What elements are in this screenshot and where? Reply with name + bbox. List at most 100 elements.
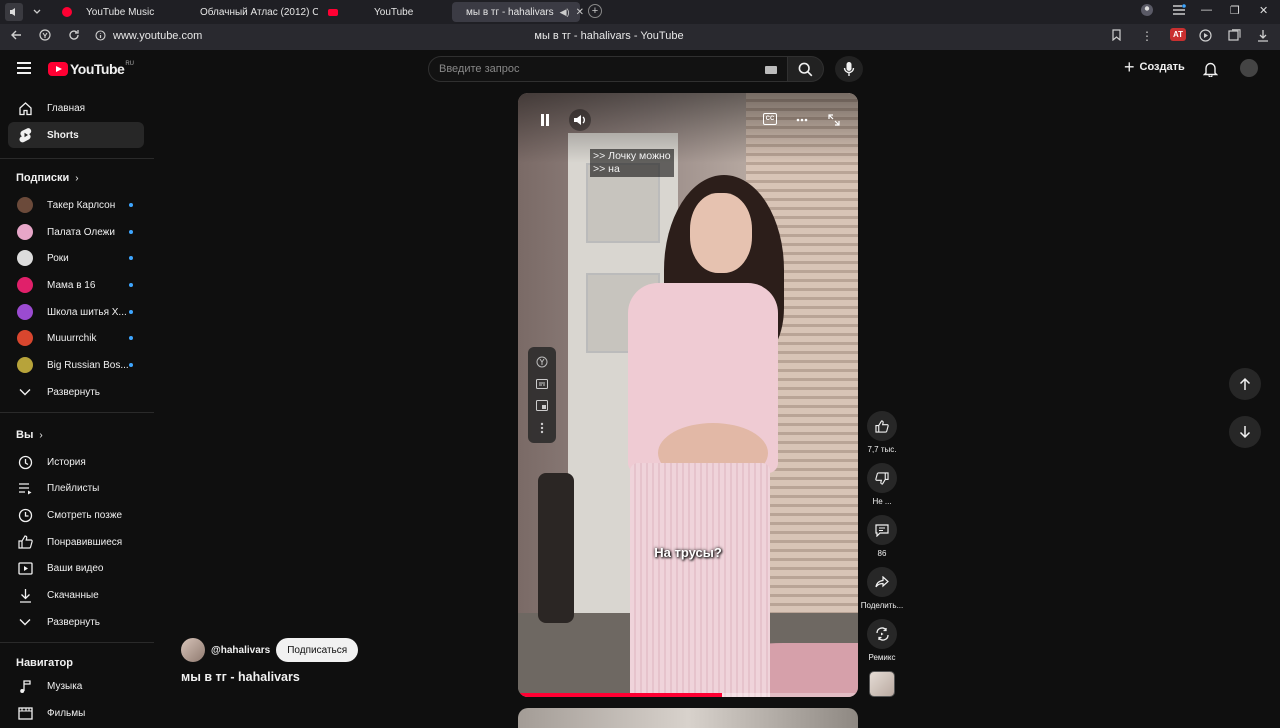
subscription-item[interactable]: Мама в 16: [8, 272, 144, 298]
more-options-button[interactable]: [791, 109, 813, 131]
expand-subscriptions-button[interactable]: Развернуть: [8, 379, 144, 405]
search-button[interactable]: [788, 56, 824, 82]
subtitle-line: >> Лочку можно: [593, 150, 671, 162]
bookmark-icon[interactable]: [1111, 29, 1122, 44]
youtube-logo[interactable]: YouTube RU: [48, 61, 134, 77]
picture-in-picture-icon[interactable]: [536, 399, 548, 411]
channel-avatar: [17, 357, 33, 373]
subscription-label: Big Russian Bos...: [47, 359, 129, 371]
browser-menu-button[interactable]: [5, 3, 23, 21]
subscription-item[interactable]: Такер Карлсон: [8, 192, 144, 218]
tab-audio-icon[interactable]: ◀): [560, 7, 570, 18]
subscription-item[interactable]: Big Russian Bos...: [8, 352, 144, 378]
previous-short-button[interactable]: [1229, 368, 1261, 400]
restore-icon[interactable]: ❐: [1230, 4, 1240, 17]
tab-active-shorts[interactable]: мы в тг - hahalivars ◀) ✕: [452, 2, 584, 22]
subscription-item[interactable]: Палата Олежи: [8, 219, 144, 245]
subscribe-button[interactable]: Подписаться: [276, 638, 359, 662]
sound-thumbnail[interactable]: [869, 671, 895, 697]
dislike-button[interactable]: [867, 463, 897, 493]
channel-name[interactable]: @hahalivars: [211, 645, 270, 656]
tabs-list-icon[interactable]: [1172, 4, 1186, 19]
share-button[interactable]: [867, 567, 897, 597]
voice-search-button[interactable]: [835, 56, 863, 82]
search-input[interactable]: Введите запрос: [428, 56, 788, 82]
new-content-dot: [129, 363, 133, 367]
keyboard-icon[interactable]: [765, 66, 777, 74]
sidebar-item-history[interactable]: История: [8, 449, 144, 475]
youtube-favicon-icon: [328, 8, 338, 16]
sidebar-item-liked[interactable]: Понравившиеся: [8, 529, 144, 555]
collections-icon[interactable]: [1228, 29, 1241, 45]
remix-button[interactable]: [867, 619, 897, 649]
subscribe-label: Подписаться: [287, 644, 348, 656]
create-button[interactable]: + Создать: [1124, 58, 1185, 76]
shorts-video-player[interactable]: CC >> Лочку можно >> на На трусы?: [518, 93, 858, 697]
subtitles-icon[interactable]: [536, 379, 548, 390]
menu-icon[interactable]: [17, 62, 31, 74]
search-placeholder: Введите запрос: [439, 63, 520, 75]
more-icon[interactable]: ⋮: [1141, 29, 1153, 43]
media-icon[interactable]: [1199, 29, 1212, 45]
subscription-label: Школа шитья Х...: [47, 306, 127, 318]
sidebar-item-your-videos[interactable]: Ваши видео: [8, 555, 144, 581]
tab-youtube[interactable]: YouTube: [320, 2, 448, 22]
new-content-dot: [129, 336, 133, 340]
pause-button[interactable]: [534, 109, 556, 131]
page-title: мы в тг - hahalivars - YouTube: [534, 30, 684, 42]
tab-label: YouTube: [374, 6, 414, 18]
account-avatar[interactable]: [1240, 59, 1258, 77]
yandex-icon[interactable]: [536, 356, 548, 368]
home-icon: [17, 100, 33, 116]
window-close-icon[interactable]: ✕: [1259, 4, 1268, 17]
fullscreen-button[interactable]: [823, 109, 845, 131]
profile-icon[interactable]: [1140, 3, 1154, 20]
you-heading[interactable]: Вы ›: [16, 429, 43, 441]
tab-close-icon[interactable]: ✕: [576, 7, 584, 18]
comments-action[interactable]: 86: [860, 515, 904, 558]
video-title[interactable]: мы в тг - hahalivars: [181, 670, 300, 684]
like-action[interactable]: 7,7 тыс.: [860, 411, 904, 454]
playlists-icon: [17, 480, 33, 496]
remix-action[interactable]: Ремикс: [860, 619, 904, 662]
new-tab-button[interactable]: +: [588, 4, 602, 18]
address-bar: www.youtube.com мы в тг - hahalivars - Y…: [0, 24, 1280, 50]
translate-extension-icon[interactable]: AT: [1170, 28, 1187, 41]
next-short-preview[interactable]: [518, 708, 858, 728]
minimize-icon[interactable]: —: [1201, 4, 1212, 16]
expand-label: Развернуть: [47, 616, 101, 628]
share-action[interactable]: Поделить...: [860, 567, 904, 610]
subscriptions-heading[interactable]: Подписки ›: [16, 172, 79, 184]
subscription-item[interactable]: Роки: [8, 245, 144, 271]
next-short-button[interactable]: [1229, 416, 1261, 448]
like-button[interactable]: [867, 411, 897, 441]
downloads-icon[interactable]: [1257, 29, 1269, 45]
volume-button[interactable]: [569, 109, 591, 131]
sidebar-item-downloads[interactable]: Скачанные: [8, 582, 144, 608]
volume-icon: [574, 115, 585, 125]
subtitles-button[interactable]: CC: [763, 113, 777, 125]
comments-button[interactable]: [867, 515, 897, 545]
sidebar-item-music[interactable]: Музыка: [8, 673, 144, 699]
tab-label: мы в тг - hahalivars: [466, 6, 554, 18]
tabs-dropdown-button[interactable]: [28, 3, 46, 21]
video-progress-bar[interactable]: [518, 693, 858, 697]
notifications-icon[interactable]: [1202, 61, 1219, 82]
sidebar-item-home[interactable]: Главная: [8, 95, 144, 121]
video-caption: На трусы?: [654, 545, 722, 560]
sidebar-item-films[interactable]: Фильмы: [8, 700, 144, 726]
chevron-down-icon: [33, 9, 41, 14]
tab-youtube-music[interactable]: YouTube Music: [54, 2, 184, 22]
sidebar-item-shorts[interactable]: Shorts: [8, 122, 144, 148]
subscription-item[interactable]: Школа шитья Х...: [8, 299, 144, 325]
tab-cloud-atlas[interactable]: Облачный Атлас (2012) С: [186, 2, 318, 22]
expand-you-button[interactable]: Развернуть: [8, 609, 144, 635]
more-vertical-icon[interactable]: [540, 422, 544, 434]
sidebar-item-playlists[interactable]: Плейлисты: [8, 475, 144, 501]
dislike-action[interactable]: Не ...: [860, 463, 904, 506]
logo-region: RU: [125, 61, 134, 67]
share-icon: [875, 576, 889, 588]
channel-avatar[interactable]: [181, 638, 205, 662]
subscription-item[interactable]: Muuurrchik: [8, 325, 144, 351]
sidebar-item-watch-later[interactable]: Смотреть позже: [8, 502, 144, 528]
